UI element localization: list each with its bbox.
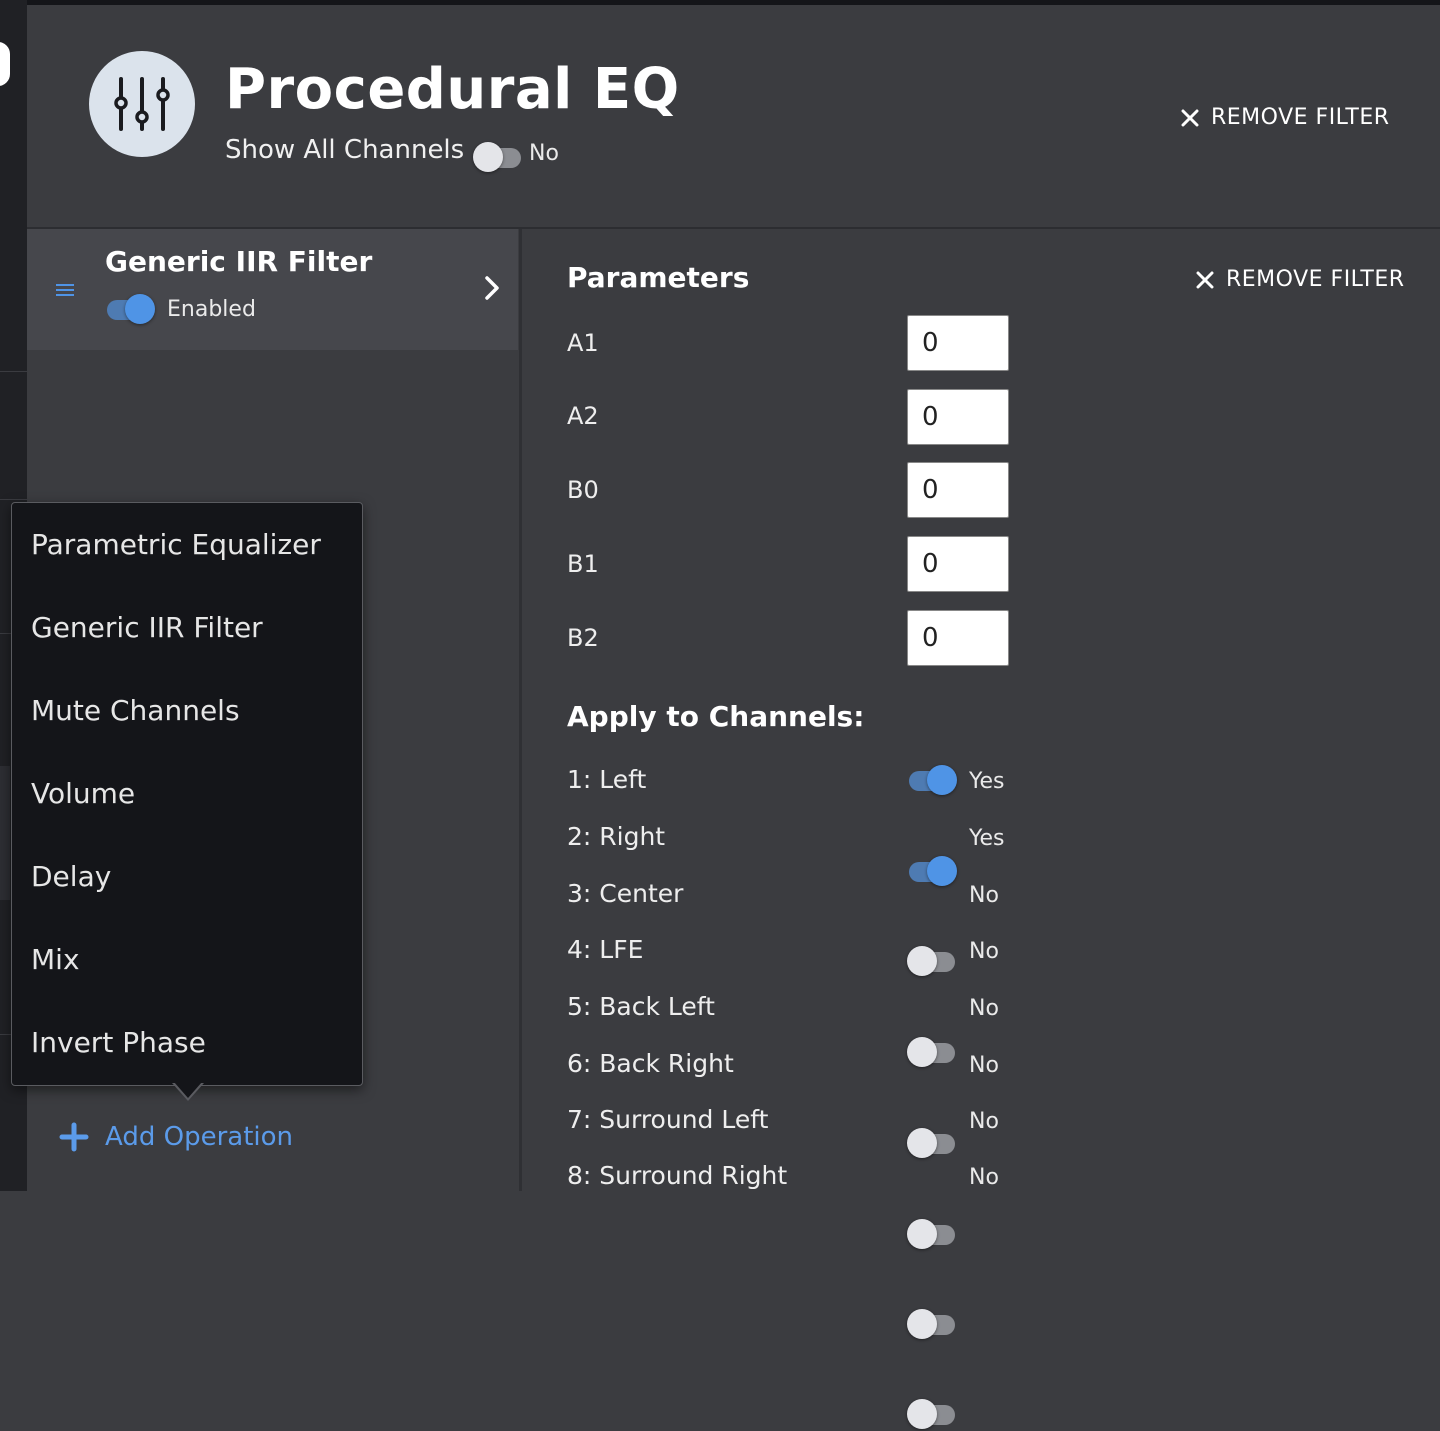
operation-enabled-toggle[interactable] [105, 292, 157, 326]
remove-filter-label: REMOVE FILTER [1211, 105, 1390, 130]
channel-value: No [969, 1109, 999, 1134]
menu-item-parametric-equalizer[interactable]: Parametric Equalizer [31, 528, 321, 561]
param-label-a1: A1 [567, 329, 599, 357]
param-input-a1[interactable] [907, 315, 1009, 371]
rail-divider [0, 371, 27, 372]
menu-item-generic-iir-filter[interactable]: Generic IIR Filter [31, 611, 263, 644]
param-input-b0[interactable] [907, 462, 1009, 518]
channel-label: 4: LFE [567, 935, 644, 964]
toggle-knob [907, 946, 937, 976]
channel-value: No [969, 1053, 999, 1078]
toggle-knob [907, 1309, 937, 1339]
channel-toggle-center[interactable] [907, 944, 959, 978]
add-operation-menu: Parametric Equalizer Generic IIR Filter … [11, 502, 363, 1086]
channel-toggle-right[interactable] [907, 854, 959, 888]
add-operation-button[interactable]: Add Operation [59, 1122, 293, 1152]
drag-handle-icon[interactable] [55, 280, 75, 300]
filter-header: Procedural EQ Show All Channels No REMOV… [27, 5, 1440, 229]
toggle-knob [907, 1399, 937, 1429]
menu-caret [174, 1082, 202, 1098]
channel-value: No [969, 883, 999, 908]
remove-filter-button[interactable]: REMOVE FILTER [1196, 267, 1405, 292]
operation-enabled-label: Enabled [167, 297, 256, 322]
menu-item-mix[interactable]: Mix [31, 943, 80, 976]
param-label-b1: B1 [567, 550, 599, 578]
page-title: Procedural EQ [225, 57, 680, 122]
channel-value: No [969, 996, 999, 1021]
toggle-knob [125, 294, 155, 324]
menu-item-mute-channels[interactable]: Mute Channels [31, 694, 240, 727]
chevron-right-icon[interactable] [484, 275, 500, 301]
remove-filter-button[interactable]: REMOVE FILTER [1181, 105, 1390, 130]
equalizer-icon [114, 77, 170, 131]
rail-indicator [0, 42, 10, 86]
channel-label: 8: Surround Right [567, 1161, 788, 1190]
param-input-b2[interactable] [907, 610, 1009, 666]
menu-item-delay[interactable]: Delay [31, 860, 111, 893]
parameters-title: Parameters [567, 261, 750, 294]
toggle-knob [927, 856, 957, 886]
channel-label: 1: Left [567, 765, 647, 794]
parameters-panel: Parameters REMOVE FILTER A1 A2 B0 B1 B2 … [522, 229, 1440, 1429]
operation-title: Generic IIR Filter [105, 245, 373, 278]
rail-stripe [0, 766, 10, 900]
channel-value: No [969, 1165, 999, 1190]
channel-label: 5: Back Left [567, 992, 715, 1021]
operation-item[interactable]: Generic IIR Filter Enabled [27, 229, 518, 350]
show-all-channels-toggle[interactable] [473, 140, 525, 174]
param-input-a2[interactable] [907, 389, 1009, 445]
close-icon [1196, 271, 1214, 288]
channel-label: 3: Center [567, 879, 684, 908]
remove-filter-label: REMOVE FILTER [1226, 267, 1405, 292]
apply-to-channels-title: Apply to Channels: [567, 700, 865, 733]
show-all-channels-label: Show All Channels [225, 135, 465, 165]
toggle-knob [927, 765, 957, 795]
param-label-b2: B2 [567, 624, 599, 652]
toggle-knob [907, 1037, 937, 1067]
channel-toggle-surround-left[interactable] [907, 1307, 959, 1341]
channel-toggle-back-left[interactable] [907, 1126, 959, 1160]
menu-item-invert-phase[interactable]: Invert Phase [31, 1026, 206, 1059]
channel-label: 2: Right [567, 822, 666, 851]
channel-toggle-lfe[interactable] [907, 1035, 959, 1069]
channel-toggle-back-right[interactable] [907, 1217, 959, 1251]
show-all-channels-value: No [529, 141, 559, 166]
toggle-knob [907, 1219, 937, 1249]
channel-toggle-left[interactable] [907, 763, 959, 797]
channel-value: Yes [969, 826, 1005, 851]
param-label-b0: B0 [567, 476, 599, 504]
rail-divider [0, 499, 27, 500]
toggle-knob [907, 1128, 937, 1158]
channel-value: Yes [969, 769, 1005, 794]
channel-label: 6: Back Right [567, 1049, 734, 1078]
menu-item-volume[interactable]: Volume [31, 777, 135, 810]
param-label-a2: A2 [567, 402, 599, 430]
toggle-knob [473, 142, 503, 172]
add-operation-label: Add Operation [105, 1122, 293, 1152]
close-icon [1181, 109, 1199, 126]
plus-icon [59, 1122, 89, 1152]
channel-label: 7: Surround Left [567, 1105, 769, 1134]
channel-value: No [969, 939, 999, 964]
channel-toggle-surround-right[interactable] [907, 1397, 959, 1431]
filter-avatar [89, 51, 195, 157]
param-input-b1[interactable] [907, 536, 1009, 592]
